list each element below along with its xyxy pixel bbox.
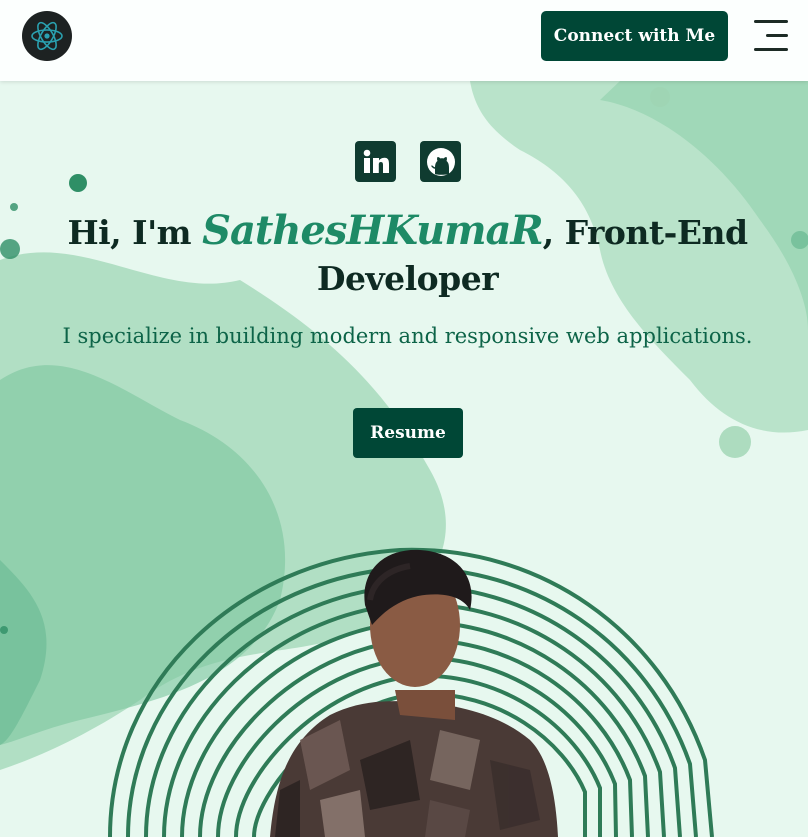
hero-name: SathesHKumaR: [202, 207, 544, 254]
linkedin-icon: [363, 149, 389, 173]
greeting-prefix: Hi, I'm: [67, 213, 192, 252]
connect-with-me-button[interactable]: Connect with Me: [541, 11, 728, 61]
linkedin-link[interactable]: [355, 141, 396, 182]
navbar: Connect with Me: [0, 0, 808, 81]
logo[interactable]: [22, 11, 72, 61]
react-atom-icon: [31, 21, 63, 51]
hero-tagline: I specialize in building modern and resp…: [62, 324, 753, 348]
resume-button[interactable]: Resume: [353, 408, 463, 458]
github-icon: [426, 147, 455, 176]
hamburger-menu-icon[interactable]: [752, 20, 788, 52]
hero-headline: Hi, I'm SathesHKumaR, Front-End Develope…: [40, 208, 775, 302]
github-link[interactable]: [420, 141, 461, 182]
